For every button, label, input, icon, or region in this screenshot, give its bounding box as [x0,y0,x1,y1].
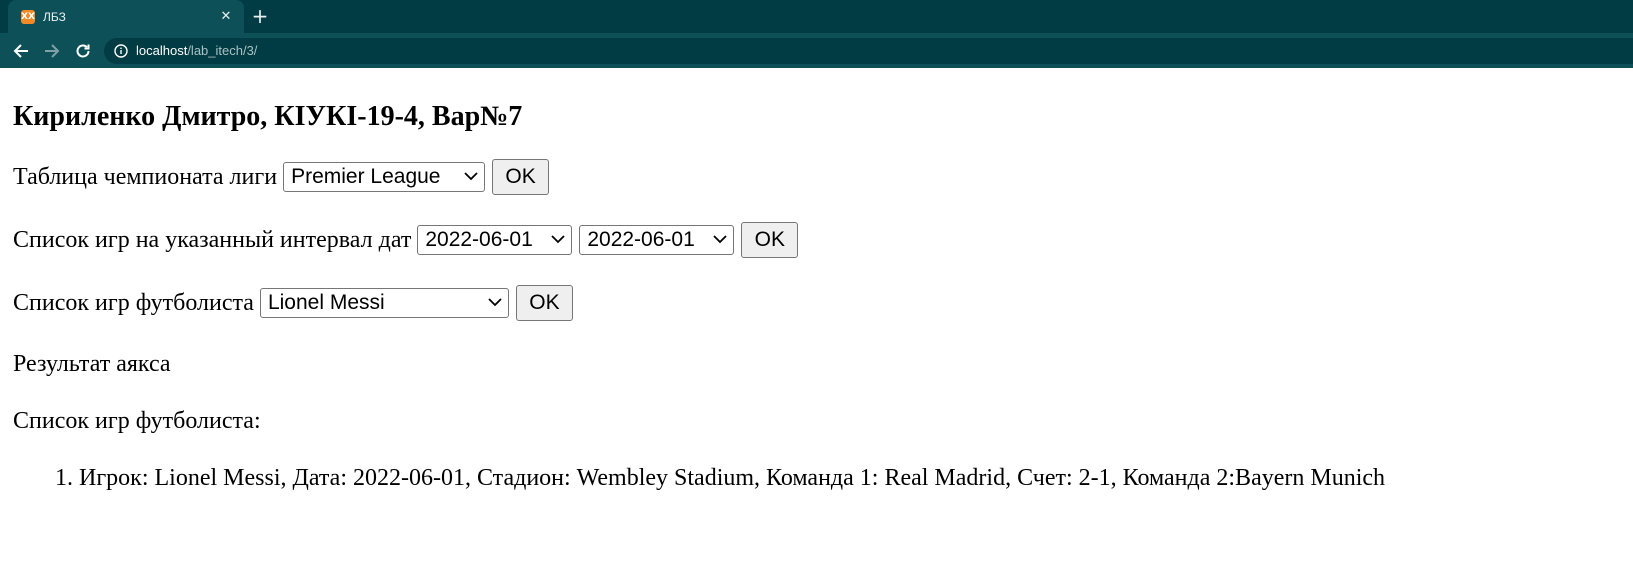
dates-ok-button[interactable]: OK [741,222,799,258]
tab-strip: XX ЛБЗ ✕ + [0,0,1633,33]
league-label: Таблица чемпионата лиги [13,164,278,190]
dates-form: Список игр на указанный интервал дат 202… [13,222,1620,258]
forward-arrow-icon[interactable] [38,37,66,65]
player-ok-button[interactable]: OK [515,285,573,321]
url-path: /lab_itech/3/ [187,43,258,58]
date-from-value: 2022-06-01 [425,228,533,251]
reload-icon[interactable] [69,37,97,65]
player-select[interactable]: Lionel Messi [259,288,509,318]
games-list: Игрок: Lionel Messi, Дата: 2022-06-01, С… [13,464,1620,492]
dates-label: Список игр на указанный интервал дат [13,227,412,253]
url-host: localhost [136,43,188,58]
favicon-icon: XX [21,9,35,24]
date-to-select[interactable]: 2022-06-01 [579,225,735,255]
browser-tab[interactable]: XX ЛБЗ ✕ [8,0,244,33]
league-ok-button[interactable]: OK [492,159,550,195]
address-bar[interactable]: localhost/lab_itech/3/ [104,37,1633,64]
date-to-value: 2022-06-01 [587,228,695,251]
player-label: Список игр футболиста [13,290,254,316]
browser-toolbar: localhost/lab_itech/3/ [0,33,1633,68]
back-arrow-icon[interactable] [7,37,35,65]
info-icon[interactable] [114,43,128,58]
chevron-down-icon [488,289,502,317]
page-content: Кириленко Дмитро, КІУКІ-19-4, Вар№7 Табл… [0,68,1633,492]
games-list-heading: Список игр футболиста: [13,408,261,434]
player-select-value: Lionel Messi [267,291,385,314]
chevron-down-icon [551,226,565,254]
tab-title: ЛБЗ [43,9,66,24]
list-item: Игрок: Lionel Messi, Дата: 2022-06-01, С… [79,464,1620,492]
url-text[interactable]: localhost/lab_itech/3/ [136,43,257,58]
close-icon[interactable]: ✕ [218,9,234,25]
plus-icon[interactable]: + [250,5,270,27]
chevron-down-icon [464,163,478,191]
league-form: Таблица чемпионата лиги Premier League O… [13,159,1620,195]
page-title: Кириленко Дмитро, КІУКІ-19-4, Вар№7 [13,101,523,132]
ajax-result-text: Результат аякса [13,351,171,377]
player-form: Список игр футболиста Lionel Messi OK [13,285,1620,321]
league-select-value: Premier League [291,165,441,188]
league-select[interactable]: Premier League [283,162,486,192]
chevron-down-icon [713,226,727,254]
date-from-select[interactable]: 2022-06-01 [417,225,573,255]
